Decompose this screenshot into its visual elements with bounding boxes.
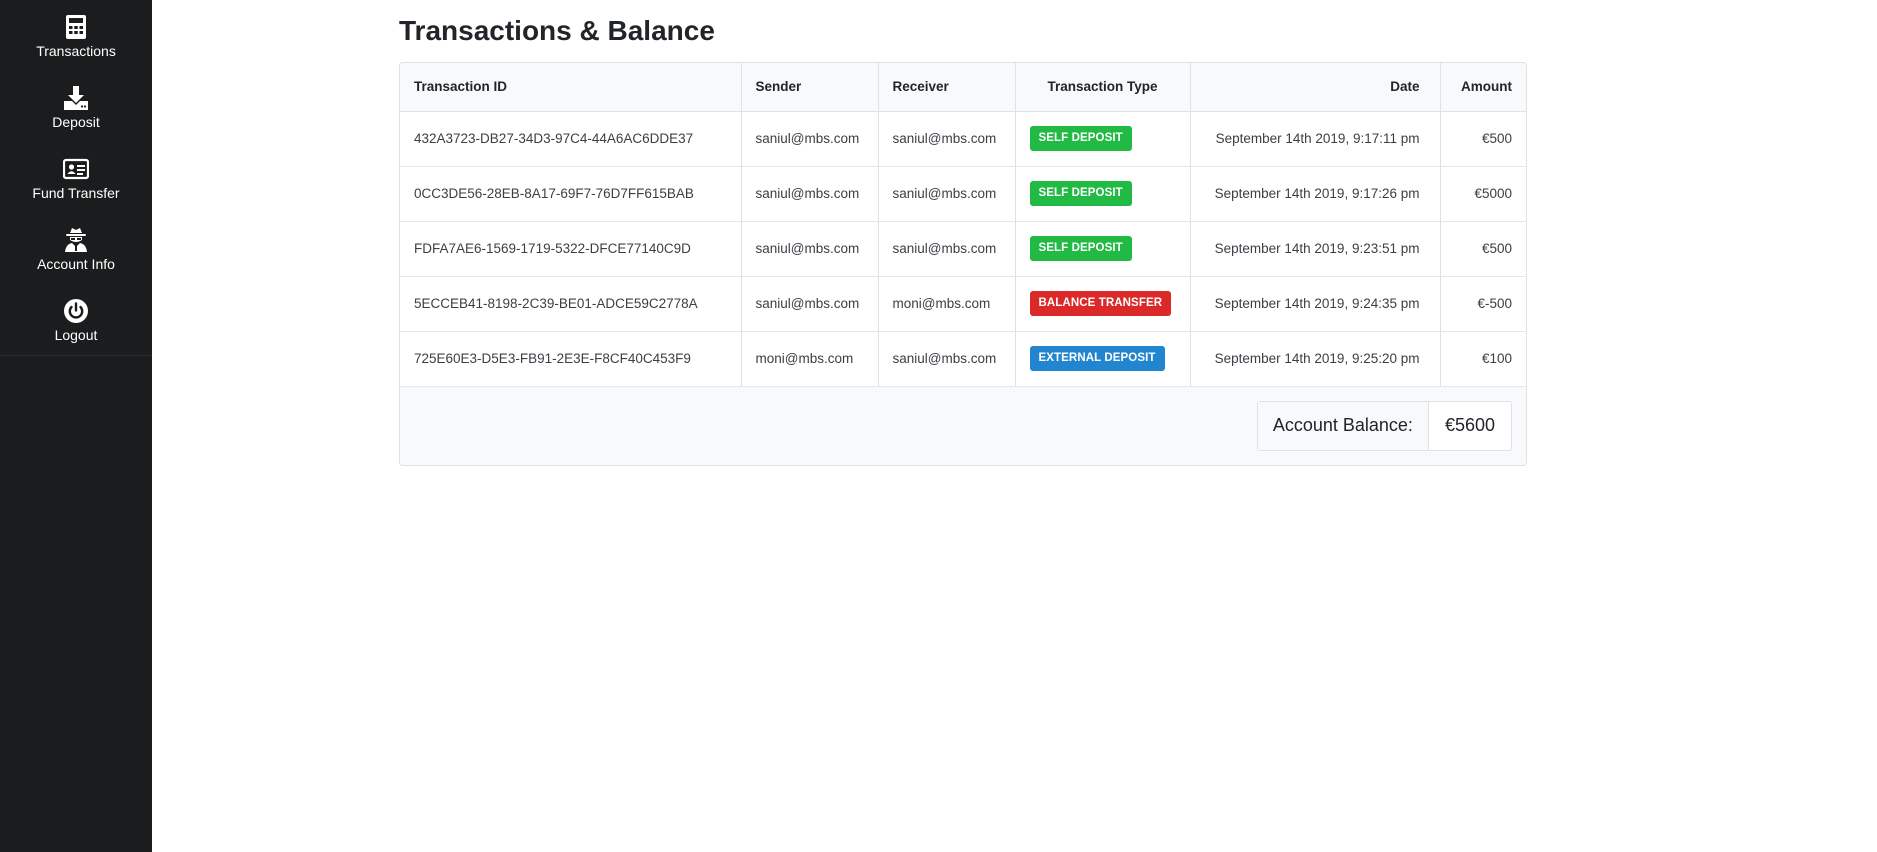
date-cell: September 14th 2019, 9:23:51 pm	[1190, 221, 1441, 277]
transaction-type-cell: BALANCE TRANSFER	[1015, 276, 1191, 332]
download-icon	[63, 83, 89, 113]
amount-cell: €5000	[1440, 166, 1526, 222]
table-row: 0CC3DE56-28EB-8A17-69F7-76D7FF615BAB san…	[400, 166, 1526, 222]
sender-cell: saniul@mbs.com	[741, 166, 879, 222]
sidebar-item-label: Transactions	[36, 43, 116, 59]
transaction-type-badge: SELF DEPOSIT	[1029, 181, 1132, 206]
sidebar-item-label: Logout	[54, 327, 98, 343]
calculator-icon	[63, 12, 89, 42]
transaction-type-cell: SELF DEPOSIT	[1015, 221, 1191, 277]
table-row: 5ECCEB41-8198-2C39-BE01-ADCE59C2778A san…	[400, 276, 1526, 332]
amount-cell: €500	[1440, 221, 1526, 277]
sidebar-item-account-info[interactable]: Account Info	[0, 213, 152, 284]
main-content: Transactions & Balance Transaction ID Se…	[399, 0, 1527, 466]
receiver-cell: saniul@mbs.com	[878, 331, 1016, 387]
transaction-type-cell: EXTERNAL DEPOSIT	[1015, 331, 1191, 387]
amount-cell: €500	[1440, 111, 1526, 167]
receiver-cell: saniul@mbs.com	[878, 111, 1016, 167]
receiver-cell: saniul@mbs.com	[878, 221, 1016, 277]
amount-cell: €100	[1440, 331, 1526, 387]
transaction-type-badge: EXTERNAL DEPOSIT	[1029, 346, 1165, 371]
power-icon	[63, 296, 89, 326]
transaction-type-badge: SELF DEPOSIT	[1029, 236, 1132, 261]
sender-cell: moni@mbs.com	[741, 331, 879, 387]
table-row: FDFA7AE6-1569-1719-5322-DFCE77140C9D san…	[400, 221, 1526, 277]
date-cell: September 14th 2019, 9:17:26 pm	[1190, 166, 1441, 222]
id-card-icon	[63, 154, 89, 184]
account-balance-box: Account Balance: €5600	[1256, 400, 1512, 451]
sidebar-item-fund-transfer[interactable]: Fund Transfer	[0, 142, 152, 213]
transaction-id-cell: 725E60E3-D5E3-FB91-2E3E-F8CF40C453F9	[400, 331, 742, 387]
table-header-row: Transaction ID Sender Receiver Transacti…	[400, 63, 1526, 112]
column-header-receiver: Receiver	[878, 63, 1016, 112]
sidebar-item-deposit[interactable]: Deposit	[0, 71, 152, 142]
sidebar-item-label: Deposit	[52, 114, 100, 130]
date-cell: September 14th 2019, 9:25:20 pm	[1190, 331, 1441, 387]
transaction-id-cell: FDFA7AE6-1569-1719-5322-DFCE77140C9D	[400, 221, 742, 277]
date-cell: September 14th 2019, 9:24:35 pm	[1190, 276, 1441, 332]
amount-cell: €-500	[1440, 276, 1526, 332]
column-header-transaction-id: Transaction ID	[400, 63, 742, 112]
account-balance-value: €5600	[1444, 415, 1495, 435]
page-title: Transactions & Balance	[399, 15, 715, 46]
transaction-type-cell: SELF DEPOSIT	[1015, 111, 1191, 167]
sidebar-item-transactions[interactable]: Transactions	[0, 0, 152, 71]
account-balance-label: Account Balance:	[1257, 401, 1429, 450]
transaction-id-cell: 432A3723-DB27-34D3-97C4-44A6AC6DDE37	[400, 111, 742, 167]
column-header-sender: Sender	[741, 63, 879, 112]
column-header-transaction-type: Transaction Type	[1015, 63, 1191, 112]
sidebar-item-label: Fund Transfer	[32, 185, 120, 201]
table-row: 432A3723-DB27-34D3-97C4-44A6AC6DDE37 san…	[400, 111, 1526, 167]
user-secret-icon	[63, 225, 89, 255]
column-header-amount: Amount	[1440, 63, 1526, 112]
transaction-type-badge: SELF DEPOSIT	[1029, 126, 1132, 151]
receiver-cell: moni@mbs.com	[878, 276, 1016, 332]
transactions-table: Transaction ID Sender Receiver Transacti…	[399, 62, 1527, 466]
date-cell: September 14th 2019, 9:17:11 pm	[1190, 111, 1441, 167]
column-header-date: Date	[1190, 63, 1441, 112]
sidebar: Transactions Deposit Fund Transfer Accou…	[0, 0, 152, 852]
sender-cell: saniul@mbs.com	[741, 221, 879, 277]
sidebar-item-logout[interactable]: Logout	[0, 284, 152, 355]
sidebar-menu: Transactions Deposit Fund Transfer Accou…	[0, 0, 152, 356]
sender-cell: saniul@mbs.com	[741, 111, 879, 167]
transaction-type-cell: SELF DEPOSIT	[1015, 166, 1191, 222]
table-footer: Account Balance: €5600	[400, 386, 1526, 465]
table-row: 725E60E3-D5E3-FB91-2E3E-F8CF40C453F9 mon…	[400, 331, 1526, 387]
sender-cell: saniul@mbs.com	[741, 276, 879, 332]
transaction-type-badge: BALANCE TRANSFER	[1029, 291, 1172, 316]
transaction-id-cell: 0CC3DE56-28EB-8A17-69F7-76D7FF615BAB	[400, 166, 742, 222]
receiver-cell: saniul@mbs.com	[878, 166, 1016, 222]
sidebar-item-label: Account Info	[37, 256, 115, 272]
transaction-id-cell: 5ECCEB41-8198-2C39-BE01-ADCE59C2778A	[400, 276, 742, 332]
